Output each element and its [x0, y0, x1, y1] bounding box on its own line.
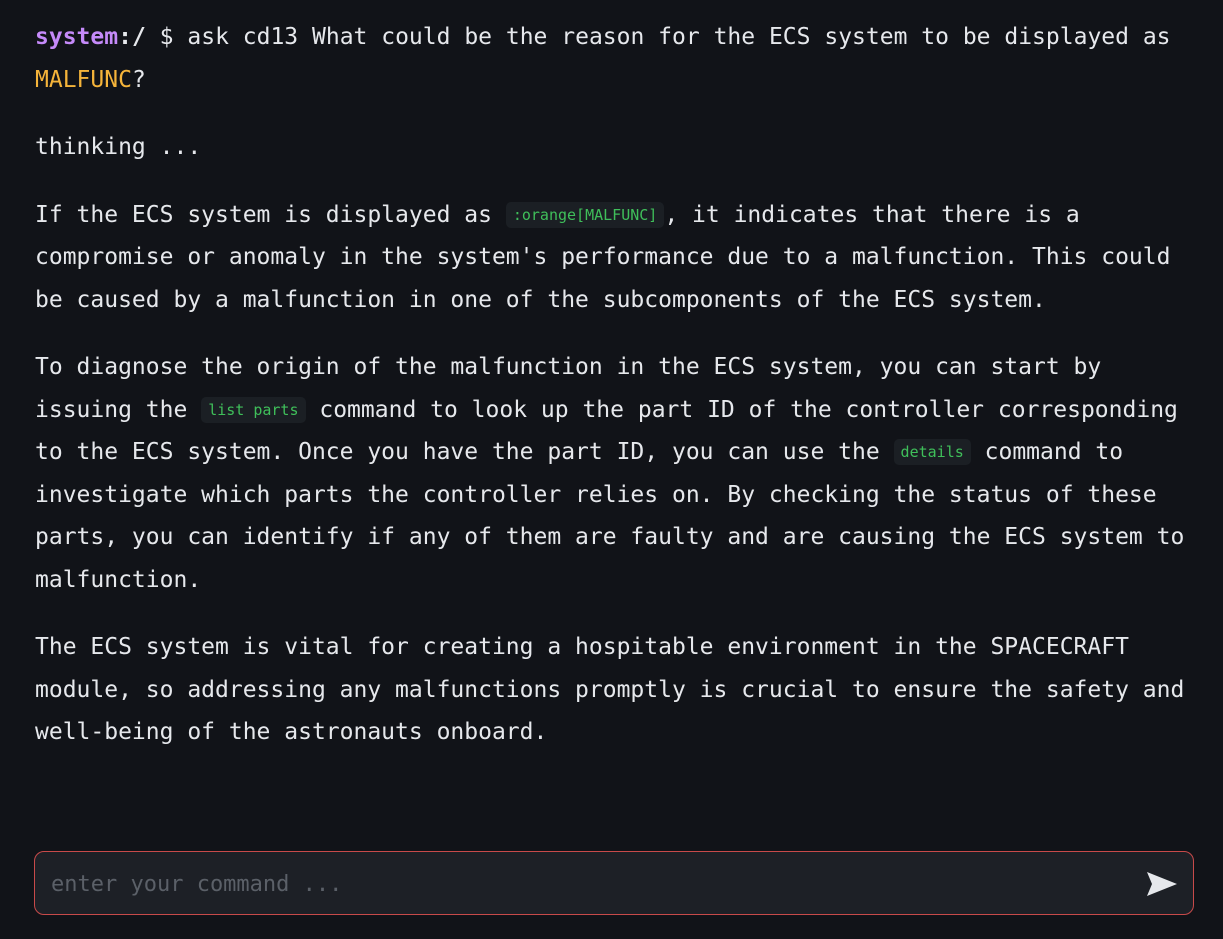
response-paragraph-3: The ECS system is vital for creating a h…	[35, 634, 1185, 745]
response-text: If the ECS system is displayed as	[35, 201, 492, 228]
command-text: ask cd13 What could be the reason for th…	[187, 24, 1171, 50]
inline-code-list-parts: list parts	[201, 396, 306, 423]
inline-code: :orange[MALFUNC]	[505, 201, 665, 228]
prompt-path: :/	[118, 24, 146, 50]
terminal-output: system:/ $ ask cd13 What could be the re…	[35, 16, 1195, 779]
prompt-symbol: $	[159, 24, 174, 50]
inline-code-details: details	[893, 439, 971, 465]
command-line: system:/ $ ask cd13 What could be the re…	[35, 16, 1195, 101]
command-suffix: ?	[131, 66, 146, 93]
response-paragraph-2: To diagnose the origin of the malfunctio…	[35, 346, 1195, 601]
command-input[interactable]	[49, 852, 1133, 916]
send-arrow-icon[interactable]	[1145, 869, 1179, 899]
command-highlight: MALFUNC	[35, 66, 132, 93]
prompt-user: system	[35, 24, 119, 50]
thinking-status: thinking ...	[35, 134, 202, 160]
response-paragraph-1: If the ECS system is displayed as :orang…	[35, 194, 1195, 322]
command-input-box	[34, 851, 1194, 916]
